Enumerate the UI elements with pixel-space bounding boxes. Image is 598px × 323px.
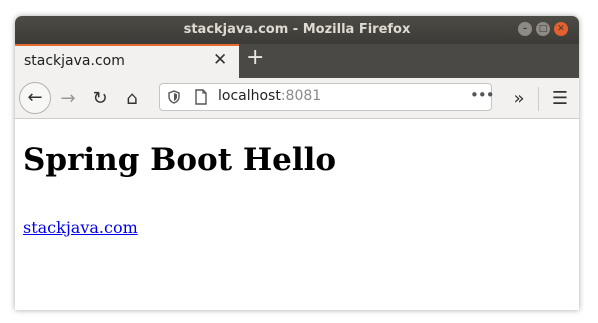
navigation-toolbar: ← → ↻ ⌂ localhost:8081 ••• » ☰ (15, 78, 579, 119)
window-title: stackjava.com - Mozilla Firefox (183, 22, 411, 37)
url-port: :8081 (280, 88, 322, 104)
url-text[interactable]: localhost:8081 (218, 88, 321, 104)
maximize-icon[interactable]: □ (536, 22, 550, 36)
new-tab-icon[interactable]: + (246, 45, 264, 70)
tab-label: stackjava.com (24, 53, 125, 69)
page-content: Spring Boot Hello stackjava.com (15, 119, 579, 310)
home-icon[interactable]: ⌂ (117, 84, 147, 114)
overflow-icon[interactable]: » (504, 84, 534, 114)
url-host: localhost (218, 88, 281, 104)
title-bar: stackjava.com - Mozilla Firefox – □ ✕ (15, 16, 579, 44)
minimize-icon[interactable]: – (518, 22, 532, 36)
more-icon[interactable]: ••• (470, 86, 495, 104)
hamburger-menu-icon[interactable]: ☰ (545, 84, 575, 114)
browser-window: stackjava.com - Mozilla Firefox – □ ✕ st… (15, 16, 579, 310)
tab-close-icon[interactable]: ✕ (213, 50, 227, 70)
toolbar-divider (538, 87, 539, 111)
tab-stackjava[interactable]: stackjava.com ✕ (15, 44, 239, 78)
close-icon[interactable]: ✕ (554, 22, 568, 36)
url-bar[interactable]: localhost:8081 ••• (159, 83, 495, 111)
stackjava-link[interactable]: stackjava.com (23, 218, 138, 237)
back-arrow-icon[interactable]: ← (19, 82, 51, 114)
shield-icon[interactable] (167, 90, 181, 104)
page-heading: Spring Boot Hello (23, 142, 337, 178)
tab-strip: stackjava.com ✕ + (15, 44, 579, 78)
forward-arrow-icon[interactable]: → (53, 84, 83, 114)
reload-icon[interactable]: ↻ (85, 84, 115, 114)
page-icon[interactable] (194, 89, 208, 105)
